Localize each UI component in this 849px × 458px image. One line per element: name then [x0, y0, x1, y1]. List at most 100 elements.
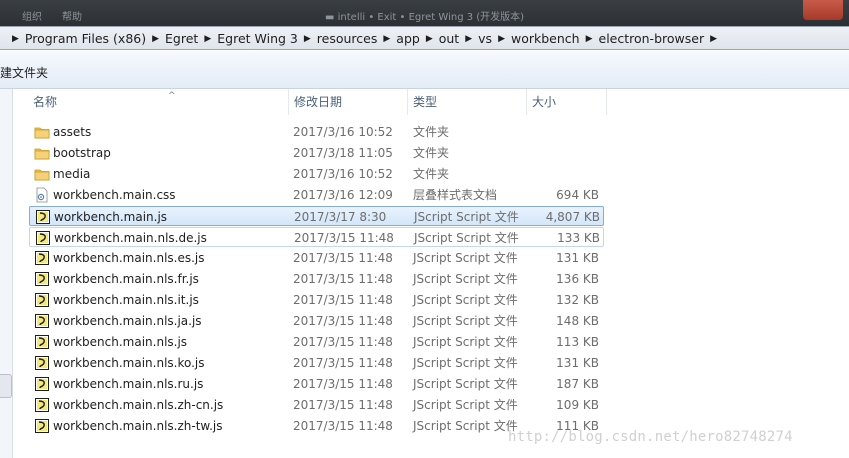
- file-modified: 2017/3/15 11:48: [293, 398, 393, 412]
- css-file-icon: [34, 187, 50, 203]
- new-folder-button[interactable]: 建文件夹: [0, 64, 48, 81]
- file-name: workbench.main.nls.fr.js: [53, 272, 199, 286]
- file-modified: 2017/3/15 11:48: [293, 314, 393, 328]
- breadcrumb-item[interactable]: resources: [317, 31, 378, 46]
- file-row[interactable]: workbench.main.nls.es.js 2017/3/15 11:48 J…: [29, 248, 604, 268]
- file-type: 文件夹: [413, 125, 450, 139]
- help-menu[interactable]: 帮助: [62, 8, 82, 23]
- breadcrumb-item[interactable]: Program Files (x86): [25, 31, 146, 46]
- file-row[interactable]: workbench.main.nls.ja.js 2017/3/15 11:48 J…: [29, 311, 604, 331]
- file-name: workbench.main.nls.zh-tw.js: [53, 419, 223, 433]
- breadcrumb-item[interactable]: out: [439, 31, 459, 46]
- file-size: 109 KB: [556, 398, 599, 412]
- file-name: workbench.main.nls.zh-cn.js: [53, 398, 224, 412]
- file-name: workbench.main.nls.ru.js: [53, 377, 204, 391]
- file-row[interactable]: bootstrap 2017/3/18 11:05 文件夹: [29, 143, 604, 163]
- breadcrumb-item[interactable]: workbench: [511, 31, 580, 46]
- breadcrumb-separator-icon[interactable]: ▶: [12, 34, 19, 44]
- breadcrumb-separator-icon[interactable]: ▶: [498, 34, 505, 44]
- file-row[interactable]: media 2017/3/16 10:52 文件夹: [29, 164, 604, 184]
- file-type: JScript Script 文件: [413, 419, 518, 433]
- breadcrumb-item[interactable]: vs: [478, 31, 492, 46]
- file-type: JScript Script 文件: [413, 356, 518, 370]
- file-row[interactable]: workbench.main.nls.it.js 2017/3/15 11:48 J…: [29, 290, 604, 310]
- file-size: 187 KB: [556, 377, 599, 391]
- file-size: 4,807 KB: [545, 210, 600, 224]
- breadcrumb-item[interactable]: app: [396, 31, 420, 46]
- jscript-file-icon: [34, 376, 50, 392]
- file-row[interactable]: workbench.main.js 2017/3/17 8:30 JScript S…: [29, 206, 604, 226]
- breadcrumb-item[interactable]: Egret Wing 3: [217, 31, 298, 46]
- sort-ascending-icon: ^: [168, 91, 176, 101]
- file-type: 文件夹: [413, 167, 450, 181]
- column-header-modified-label: 修改日期: [294, 95, 343, 109]
- address-bar[interactable]: ▶ Program Files (x86) ▶ Egret ▶ Egret Wing 3 ▶…: [0, 26, 849, 50]
- breadcrumb-separator-icon[interactable]: ▶: [304, 34, 311, 44]
- column-header-type[interactable]: 类型: [408, 89, 527, 115]
- jscript-file-icon: [34, 250, 50, 266]
- organize-menu[interactable]: 组织: [22, 8, 42, 23]
- breadcrumb-separator-icon[interactable]: ▶: [204, 34, 211, 44]
- navigation-pane-scroll-handle[interactable]: [0, 374, 12, 398]
- breadcrumb-separator-icon[interactable]: ▶: [426, 34, 433, 44]
- file-size: 131 KB: [556, 251, 599, 265]
- file-size: 132 KB: [556, 293, 599, 307]
- file-type: 文件夹: [413, 146, 450, 160]
- watermark: http://blog.csdn.net/hero82748274: [508, 429, 793, 445]
- close-button[interactable]: [803, 0, 843, 20]
- breadcrumb-separator-icon[interactable]: ▶: [710, 34, 717, 44]
- file-modified: 2017/3/15 11:48: [294, 231, 394, 245]
- file-row[interactable]: workbench.main.css 2017/3/16 12:09 层叠样式表文档…: [29, 185, 604, 205]
- file-row[interactable]: assets 2017/3/16 10:52 文件夹: [29, 122, 604, 142]
- file-type: JScript Script 文件: [413, 272, 518, 286]
- file-modified: 2017/3/15 11:48: [293, 419, 393, 433]
- column-header-name[interactable]: 名称 ^: [28, 89, 289, 115]
- file-modified: 2017/3/15 11:48: [293, 356, 393, 370]
- file-row[interactable]: workbench.main.nls.fr.js 2017/3/15 11:48 J…: [29, 269, 604, 289]
- file-size: [509, 122, 599, 142]
- file-row[interactable]: workbench.main.nls.ru.js 2017/3/15 11:48 J…: [29, 374, 604, 394]
- file-size: 113 KB: [556, 335, 599, 349]
- column-header-size-label: 大小: [532, 95, 557, 109]
- file-name: workbench.main.nls.js: [53, 335, 188, 349]
- jscript-file-icon: [35, 230, 51, 246]
- file-name: bootstrap: [53, 146, 111, 160]
- column-header-size[interactable]: 大小: [527, 89, 607, 115]
- file-modified: 2017/3/15 11:48: [293, 251, 393, 265]
- navigation-pane[interactable]: [0, 89, 13, 458]
- column-header-modified[interactable]: 修改日期: [289, 89, 408, 115]
- column-header-type-label: 类型: [413, 95, 438, 109]
- file-size: 133 KB: [557, 231, 600, 245]
- breadcrumb-item[interactable]: Egret: [165, 31, 198, 46]
- breadcrumb-item[interactable]: electron-browser: [599, 31, 705, 46]
- file-name: workbench.main.nls.it.js: [53, 293, 199, 307]
- file-type: JScript Script 文件: [414, 231, 519, 245]
- breadcrumb-separator-icon[interactable]: ▶: [383, 34, 390, 44]
- file-modified: 2017/3/16 10:52: [293, 167, 393, 181]
- file-modified: 2017/3/15 11:48: [293, 272, 393, 286]
- file-size: 131 KB: [556, 356, 599, 370]
- jscript-file-icon: [34, 292, 50, 308]
- file-type: JScript Script 文件: [413, 251, 518, 265]
- command-bar: 建文件夹: [0, 51, 849, 89]
- file-type: JScript Script 文件: [413, 314, 518, 328]
- file-row[interactable]: workbench.main.nls.de.js 2017/3/15 11:48 J…: [29, 227, 604, 247]
- file-name: workbench.main.nls.es.js: [53, 251, 205, 265]
- file-modified: 2017/3/15 11:48: [293, 293, 393, 307]
- file-modified: 2017/3/16 10:52: [293, 125, 393, 139]
- file-name: workbench.main.nls.ko.js: [53, 356, 205, 370]
- breadcrumb-separator-icon[interactable]: ▶: [586, 34, 593, 44]
- file-type: JScript Script 文件: [413, 335, 518, 349]
- file-row[interactable]: workbench.main.nls.zh-cn.js 2017/3/15 11:…: [29, 395, 604, 415]
- file-row[interactable]: workbench.main.nls.ko.js 2017/3/15 11:48 J…: [29, 353, 604, 373]
- file-row[interactable]: workbench.main.nls.js 2017/3/15 11:48 JScr…: [29, 332, 604, 352]
- file-name: workbench.main.nls.ja.js: [53, 314, 202, 328]
- file-name: assets: [53, 125, 92, 139]
- file-size: 136 KB: [556, 272, 599, 286]
- file-name: media: [53, 167, 91, 181]
- file-modified: 2017/3/16 12:09: [293, 188, 393, 202]
- breadcrumb-separator-icon[interactable]: ▶: [465, 34, 472, 44]
- file-type: JScript Script 文件: [413, 377, 518, 391]
- file-size: [509, 164, 599, 184]
- breadcrumb-separator-icon[interactable]: ▶: [152, 34, 159, 44]
